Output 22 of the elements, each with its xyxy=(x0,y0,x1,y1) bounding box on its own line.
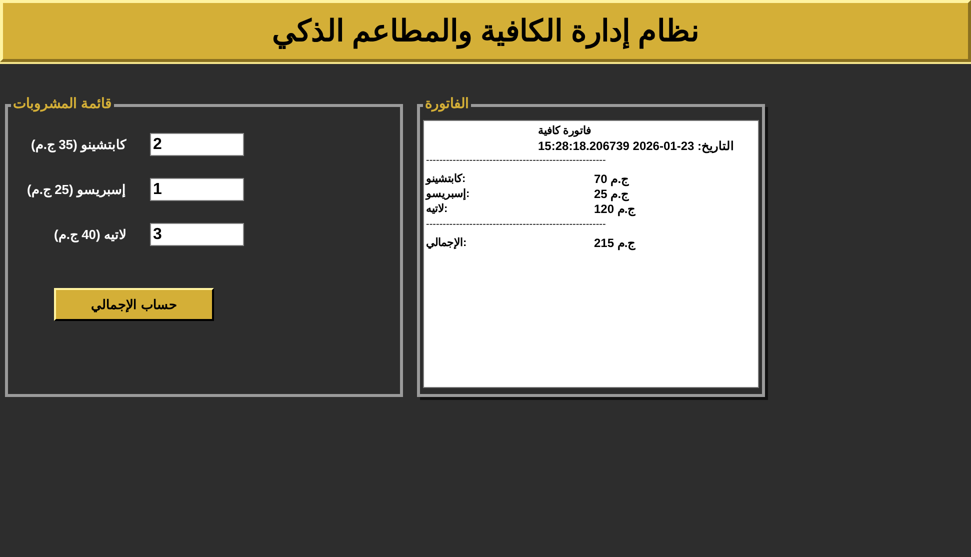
quantity-field[interactable]: 2 xyxy=(150,133,244,156)
panel-title: قائمة المشروبات xyxy=(11,95,114,111)
panel-title: الفاتورة xyxy=(423,95,471,111)
item-amount: 215 ج.م xyxy=(594,236,636,251)
receipt-heading: فاتورة كافية xyxy=(538,124,592,137)
app-title: نظام إدارة الكافية والمطاعم الذكي xyxy=(272,14,700,49)
item-amount: 25 ج.م xyxy=(594,187,630,202)
item-amount: 70 ج.م xyxy=(594,172,630,187)
item-amount: 120 ج.م xyxy=(594,202,636,217)
quantity-field[interactable]: 3 xyxy=(150,223,244,246)
drink-label: لاتيه (40 ج.م) xyxy=(53,227,126,242)
calculate-button[interactable]: حساب الإجمالي xyxy=(54,288,214,321)
item-label: الإجمالي: xyxy=(426,236,468,251)
receipt-date: التاريخ: 23-01-2026 15:28:18.206739 xyxy=(538,139,734,153)
item-label: كابتشينو: xyxy=(426,172,467,187)
separator-line: ------------------------------------------------------ xyxy=(426,155,606,166)
drink-label: كابتشينو (35 ج.م) xyxy=(30,137,126,152)
separator-line: ------------------------------------------------------ xyxy=(426,219,606,230)
quantity-field[interactable]: 1 xyxy=(150,178,244,201)
item-label: لاتيه: xyxy=(426,202,449,217)
item-label: إسبريسو: xyxy=(426,187,471,202)
drink-label: إسبريسو (25 ج.م) xyxy=(26,182,126,197)
